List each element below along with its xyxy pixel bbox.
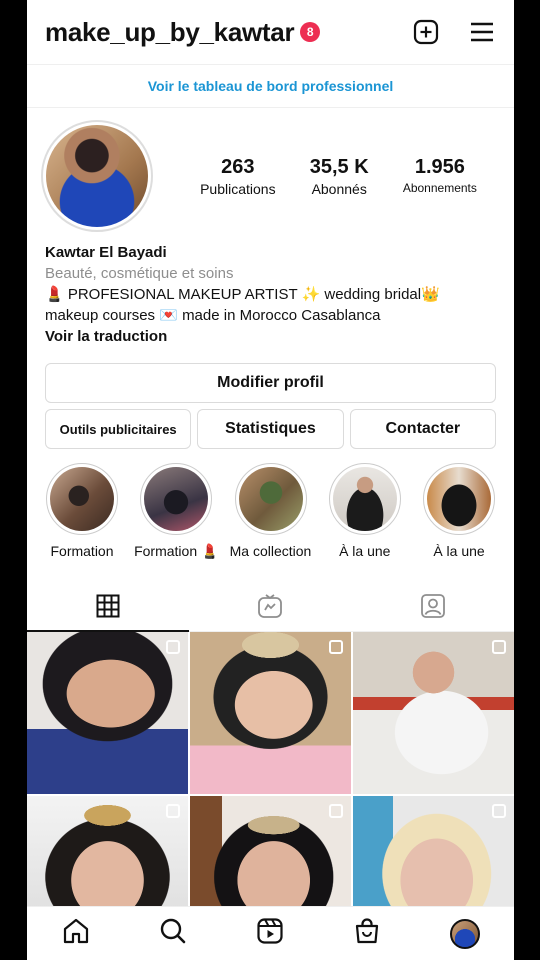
ad-tools-button[interactable]: Outils publicitaires bbox=[45, 409, 192, 449]
post-thumbnail[interactable] bbox=[27, 632, 188, 794]
highlight-cover bbox=[238, 467, 303, 531]
multi-post-icon bbox=[492, 804, 506, 818]
stat-label: Abonnés bbox=[311, 180, 367, 197]
highlight-label: Formation 💄 bbox=[134, 543, 219, 559]
tab-igtv[interactable] bbox=[189, 586, 351, 631]
stat-value: 263 bbox=[221, 155, 255, 178]
story-highlights: Formation Formation 💄 Ma collection À la… bbox=[27, 449, 514, 560]
tab-grid[interactable] bbox=[27, 586, 190, 632]
multi-post-icon bbox=[492, 640, 506, 654]
notification-badge[interactable]: 8 bbox=[300, 22, 321, 42]
highlight-label: À la une bbox=[433, 543, 485, 559]
highlight-ring bbox=[423, 463, 495, 535]
highlight-ring bbox=[234, 463, 307, 535]
top-bar: make_up_by_kawtar 8 bbox=[27, 0, 514, 64]
reels-icon[interactable] bbox=[256, 917, 284, 950]
highlight-label: À la une bbox=[339, 543, 391, 559]
highlight-label: Ma collection bbox=[229, 543, 312, 559]
highlight-item[interactable]: À la une bbox=[412, 463, 506, 560]
igtv-icon bbox=[257, 593, 283, 624]
highlight-item[interactable]: Formation bbox=[35, 463, 129, 560]
plus-square-icon[interactable] bbox=[412, 18, 440, 46]
highlight-item[interactable]: Ma collection bbox=[224, 463, 318, 560]
bottom-navigation bbox=[27, 906, 514, 960]
see-translation-link[interactable]: Voir la traduction bbox=[45, 326, 496, 347]
shop-icon[interactable] bbox=[353, 917, 381, 950]
stat-label: Abonnements bbox=[402, 180, 477, 195]
stat-value: 1.956 bbox=[414, 155, 465, 178]
post-thumbnail[interactable] bbox=[190, 632, 351, 794]
profile-tabs bbox=[27, 586, 514, 632]
bio-line: makeup courses 💌 made in Morocco Casabla… bbox=[45, 307, 381, 324]
post-thumbnail[interactable] bbox=[353, 632, 514, 794]
hamburger-menu-icon[interactable] bbox=[468, 18, 496, 46]
profile-category: Beauté, cosmétique et soins bbox=[45, 265, 234, 282]
highlight-cover bbox=[144, 467, 209, 531]
multi-post-icon bbox=[166, 640, 180, 654]
grid-icon bbox=[96, 594, 120, 623]
highlight-item[interactable]: Formation 💄 bbox=[129, 463, 223, 560]
username-title[interactable]: make_up_by_kawtar bbox=[45, 17, 295, 48]
highlight-cover bbox=[427, 467, 491, 531]
bio-line: 💄 PROFESIONAL MAKEUP ARTIST ✨ wedding br… bbox=[45, 286, 440, 303]
profile-stats: 263 Publications 35,5 K Abonnés 1.956 Ab… bbox=[153, 156, 500, 197]
highlight-ring bbox=[328, 463, 401, 535]
phone-screen: make_up_by_kawtar 8 Voir le tableau de b… bbox=[27, 0, 514, 960]
highlight-cover bbox=[332, 467, 397, 531]
tagged-icon bbox=[420, 593, 446, 624]
stat-followers[interactable]: 35,5 K Abonnés bbox=[310, 156, 369, 197]
action-button-row: Outils publicitaires Statistiques Contac… bbox=[45, 409, 496, 449]
top-bar-actions bbox=[412, 18, 496, 46]
stat-label: Publications bbox=[200, 180, 276, 197]
highlight-ring bbox=[140, 463, 213, 535]
multi-post-icon bbox=[329, 640, 343, 654]
profile-avatar bbox=[46, 125, 148, 227]
highlight-label: Formation bbox=[50, 543, 114, 559]
stat-following[interactable]: 1.956 Abonnements bbox=[403, 156, 477, 197]
multi-post-icon bbox=[329, 804, 343, 818]
highlight-item[interactable]: À la une bbox=[318, 463, 412, 560]
insights-button[interactable]: Statistiques bbox=[197, 409, 344, 449]
highlight-ring bbox=[46, 463, 118, 535]
highlight-cover bbox=[50, 467, 114, 531]
profile-bio: Kawtar El Bayadi Beauté, cosmétique et s… bbox=[27, 232, 514, 347]
home-icon[interactable] bbox=[62, 917, 90, 950]
professional-dashboard-link[interactable]: Voir le tableau de bord professionnel bbox=[27, 64, 514, 108]
profile-name: Kawtar El Bayadi bbox=[45, 244, 167, 261]
stat-value: 35,5 K bbox=[309, 155, 369, 178]
profile-avatar-ring[interactable] bbox=[41, 120, 153, 232]
stat-posts[interactable]: 263 Publications bbox=[200, 156, 276, 197]
search-icon[interactable] bbox=[159, 917, 187, 950]
contact-button[interactable]: Contacter bbox=[349, 409, 496, 449]
tab-tagged[interactable] bbox=[352, 586, 514, 631]
profile-avatar-nav[interactable] bbox=[449, 918, 480, 949]
profile-header: 263 Publications 35,5 K Abonnés 1.956 Ab… bbox=[27, 108, 514, 232]
multi-post-icon bbox=[166, 804, 180, 818]
edit-profile-button[interactable]: Modifier profil bbox=[45, 363, 496, 403]
